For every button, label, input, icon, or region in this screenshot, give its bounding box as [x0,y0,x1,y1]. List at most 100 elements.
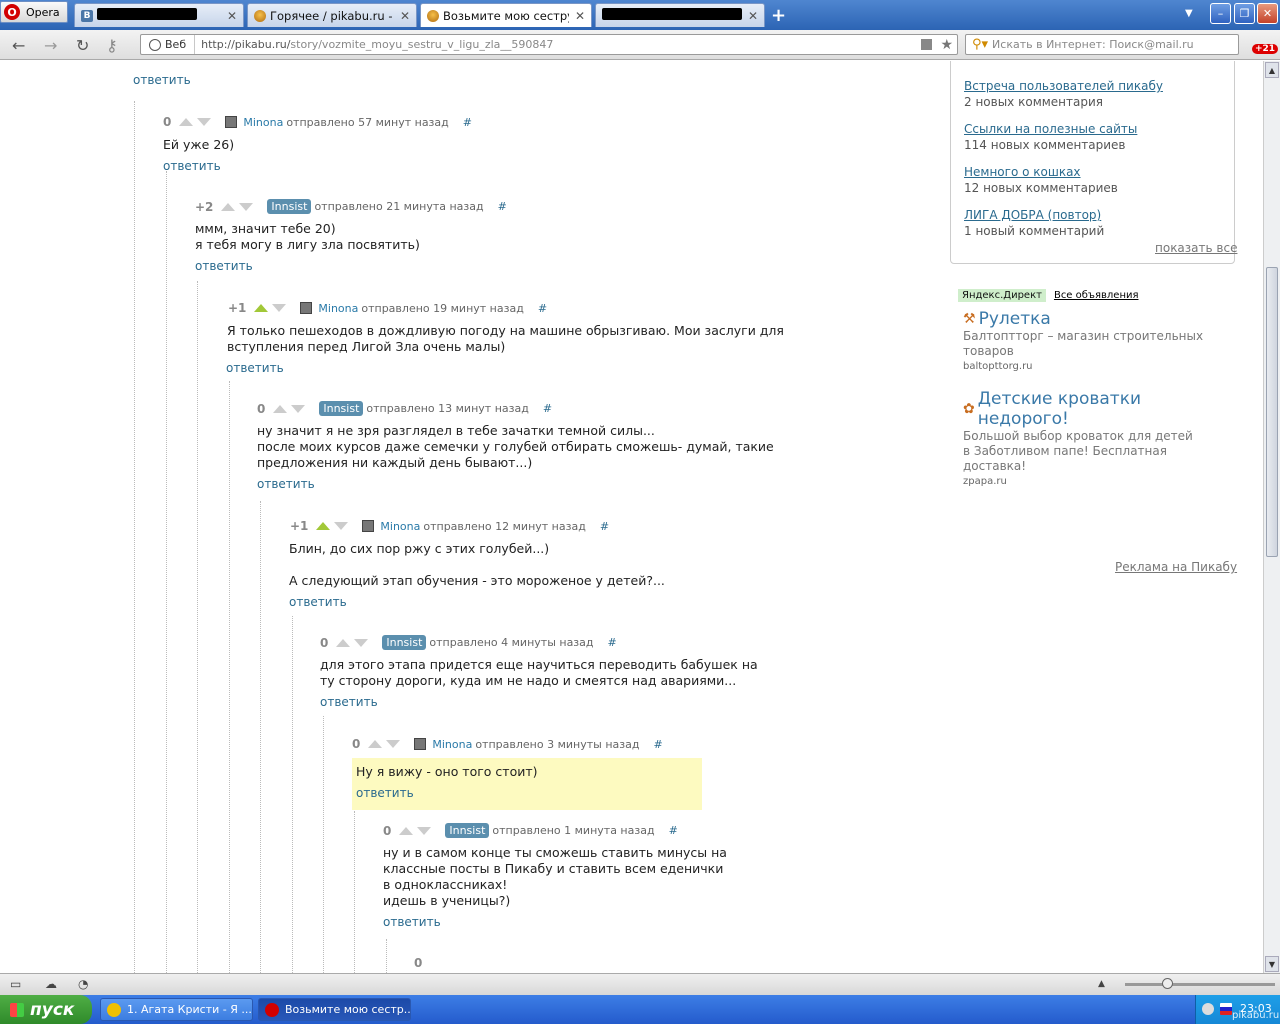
back-icon[interactable]: ← [12,36,25,55]
discussion-title[interactable]: Немного о кошках [964,165,1118,179]
vote-up-icon[interactable] [336,638,351,647]
close-tab-icon[interactable]: ✕ [400,9,410,23]
comment-author[interactable]: Minona [380,520,420,533]
url-text[interactable]: http://pikabu.ru/story/vozmite_moyu_sest… [195,38,921,51]
comment-author[interactable]: Minona [243,116,283,129]
ad-title[interactable]: Рулетка [979,309,1051,329]
tab-menu-chevron-icon[interactable]: ▼ [1185,8,1193,19]
reload-icon[interactable]: ↻ [76,36,89,55]
web-mode-button[interactable]: Веб [141,35,196,54]
reply-link[interactable]: ответить [133,73,191,87]
comment-author[interactable]: Minona [318,302,358,315]
avatar[interactable] [300,302,313,314]
reply-link[interactable]: ответить [356,786,414,800]
taskbar-button[interactable]: 1. Агата Кристи - Я ... [100,998,253,1021]
vote-down-icon[interactable] [354,638,369,647]
search-input[interactable]: ⚲▾ Искать в Интернет: Поиск@mail.ru [965,34,1239,55]
vote-down-icon[interactable] [386,740,401,748]
comment-author[interactable]: Minona [432,738,472,751]
vote-up-icon[interactable] [221,202,236,211]
reply-link[interactable]: ответить [320,695,378,709]
language-flag-icon[interactable] [1220,1003,1232,1015]
reply-link[interactable]: ответить [163,159,221,173]
vote-up-icon[interactable] [399,826,414,835]
turbo-cloud-icon[interactable]: ☁ [45,977,57,991]
comment-permalink[interactable]: # [543,402,552,415]
search-engine-icon[interactable]: ⚲▾ [972,37,988,52]
tab-4[interactable]: ✕ [595,3,765,27]
comment-permalink[interactable]: # [538,302,547,315]
ad-url[interactable]: zpapa.ru [963,476,1228,487]
vote-up-icon[interactable] [254,304,269,312]
comment-permalink[interactable]: # [600,520,609,533]
yandex-direct-label[interactable]: Яндекс.Директ [958,289,1046,302]
ad-url[interactable]: baltopttorg.ru [963,361,1228,372]
comment-author[interactable]: Innsist [319,401,364,416]
vote-up-icon[interactable] [368,740,383,748]
vote-up-icon[interactable] [273,404,288,413]
panel-toggle-icon[interactable]: ▭ [10,977,21,991]
page-scrollbar[interactable]: ▲ ▼ [1263,61,1280,973]
comment-permalink[interactable]: # [669,824,678,837]
discussion-item[interactable]: Ссылки на полезные сайты 114 новых комме… [964,122,1137,152]
address-field[interactable]: Веб http://pikabu.ru/story/vozmite_moyu_… [140,34,958,55]
close-tab-icon[interactable]: ✕ [227,9,237,23]
vote-down-icon[interactable] [197,118,212,126]
notification-badge[interactable]: +21 [1252,44,1279,54]
vote-down-icon[interactable] [417,826,432,835]
minimize-icon[interactable]: – [1210,3,1231,24]
discussion-item[interactable]: Встреча пользователей пикабу 2 новых ком… [964,79,1163,109]
discussion-item[interactable]: Немного о кошках 12 новых комментариев [964,165,1118,195]
close-tab-icon[interactable]: ✕ [575,9,585,23]
vote-up-icon[interactable] [179,118,194,126]
advertise-link[interactable]: Реклама на Пикабу [1115,560,1237,574]
show-all-link[interactable]: показать все [1155,241,1237,255]
comment-author[interactable]: Innsist [382,635,427,650]
avatar[interactable] [362,520,375,532]
reply-link[interactable]: ответить [195,259,253,273]
reply-link[interactable]: ответить [383,915,441,929]
zoom-slider[interactable] [1125,978,1275,989]
key-icon[interactable]: ⚷ [106,36,118,55]
reply-link[interactable]: ответить [289,595,347,609]
reply-link[interactable]: ответить [226,361,284,375]
zoom-arrow-icon[interactable]: ▲ [1098,979,1105,989]
tray-back-icon[interactable] [1202,1003,1214,1015]
close-tab-icon[interactable]: ✕ [748,9,758,23]
bookmark-star-icon[interactable]: ★ [940,37,953,53]
maximize-icon[interactable]: ❐ [1234,3,1255,24]
new-tab-icon[interactable]: + [771,5,786,26]
avatar[interactable] [414,738,427,750]
comment-permalink[interactable]: # [653,738,662,751]
close-window-icon[interactable]: ✕ [1257,3,1278,24]
discussion-title[interactable]: Встреча пользователей пикабу [964,79,1163,93]
forward-icon[interactable]: → [44,36,57,55]
comment-permalink[interactable]: # [498,200,507,213]
vote-up-icon[interactable] [316,522,331,530]
opera-menu-button[interactable]: O Opera [0,1,68,23]
vote-down-icon[interactable] [239,202,254,211]
comment-author[interactable]: Innsist [267,199,312,214]
comment-permalink[interactable]: # [608,636,617,649]
ad-block[interactable]: ✿ Детские кроватки недорого! Большой выбо… [963,389,1228,487]
vote-down-icon[interactable] [272,304,287,312]
scroll-thumb[interactable] [1266,267,1278,557]
rss-icon[interactable] [921,39,933,50]
speed-dial-icon[interactable]: ◔ [78,977,88,991]
comment-author[interactable]: Innsist [445,823,490,838]
vote-down-icon[interactable] [334,522,349,530]
ad-block[interactable]: ⚒ Рулетка Балтоптторг – магазин строитель… [963,309,1228,372]
avatar[interactable] [225,116,238,128]
comment-permalink[interactable]: # [463,116,472,129]
scroll-down-icon[interactable]: ▼ [1265,956,1279,972]
tab-1[interactable]: B ✕ [74,3,244,27]
reply-link[interactable]: ответить [257,477,315,491]
scroll-up-icon[interactable]: ▲ [1265,62,1279,78]
taskbar-button-active[interactable]: Возьмите мою сестр... [258,998,411,1021]
discussion-item[interactable]: ЛИГА ДОБРА (повтор) 1 новый комментарий [964,208,1104,238]
all-ads-link[interactable]: Все объявления [1054,290,1139,301]
ad-title[interactable]: Детские кроватки недорого! [978,389,1228,429]
discussion-title[interactable]: ЛИГА ДОБРА (повтор) [964,208,1104,222]
start-button[interactable]: пуск [0,995,92,1024]
zoom-knob[interactable] [1162,978,1173,989]
